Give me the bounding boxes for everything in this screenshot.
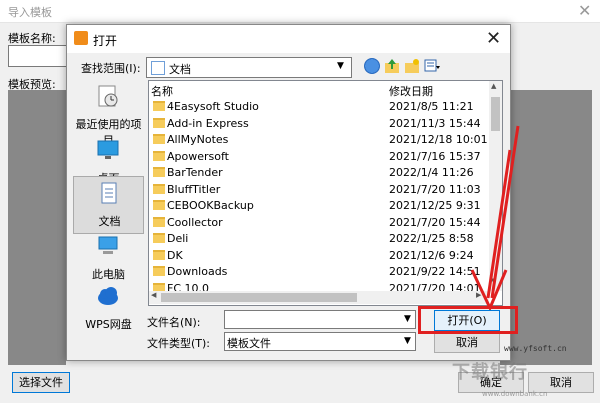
file-date: 2021/8/5 11:21 — [389, 100, 474, 113]
file-name: Apowersoft — [167, 149, 229, 163]
place-wps-cloud[interactable]: WPS网盘 — [73, 280, 144, 338]
highlight-box — [418, 306, 518, 334]
folder-icon — [153, 150, 165, 161]
filetype-label: 文件类型(T): — [147, 337, 211, 350]
look-in-label: 查找范围(I): — [81, 62, 141, 75]
scroll-left-icon[interactable]: ◀ — [151, 291, 156, 299]
scroll-up-icon[interactable]: ▲ — [491, 82, 496, 90]
choose-file-button[interactable]: 选择文件 — [12, 372, 70, 393]
sort-ascending-icon: ^ — [264, 80, 272, 88]
folder-icon — [153, 233, 165, 243]
template-name-input[interactable] — [8, 45, 68, 67]
place-label: WPS网盘 — [85, 318, 132, 331]
list-item[interactable]: Downloads 2021/9/22 14:51 — [149, 263, 489, 280]
file-name: BluffTitler — [167, 182, 221, 196]
file-name: CEBOOKBackup — [167, 199, 254, 212]
folder-icon — [153, 134, 165, 144]
window-titlebar: 导入模板 ✕ — [0, 0, 600, 23]
folder-icon — [153, 101, 165, 111]
column-header-name[interactable]: 名称 — [151, 83, 173, 99]
list-item[interactable]: AllMyNotes 2021/12/18 10:01 — [149, 131, 489, 148]
list-item[interactable]: Add-in Express 2021/11/3 15:44 — [149, 115, 489, 132]
folder-icon — [153, 282, 165, 291]
file-name: Downloads — [167, 265, 228, 278]
watermark-sub: www.downbank.cn — [482, 390, 548, 398]
chevron-down-icon: ▼ — [337, 61, 344, 71]
documents-icon — [101, 182, 117, 204]
list-item[interactable]: BluffTitler 2021/7/20 11:03 — [149, 181, 489, 198]
documents-icon — [151, 61, 165, 75]
window-title: 导入模板 — [8, 6, 52, 19]
list-item[interactable]: DK 2021/12/6 9:24 — [149, 247, 489, 264]
file-name: BarTender — [167, 166, 223, 179]
place-documents[interactable]: 文档 — [73, 176, 144, 234]
computer-icon — [98, 236, 118, 254]
list-item[interactable]: CEBOOKBackup 2021/12/25 9:31 — [149, 197, 489, 214]
filetype-value: 模板文件 — [227, 337, 271, 350]
dialog-title: 打开 — [93, 34, 118, 48]
folder-icon — [153, 249, 165, 260]
watermark-logo: 下载银行 — [452, 362, 528, 383]
up-folder-icon[interactable] — [384, 58, 400, 74]
back-icon[interactable] — [364, 58, 380, 74]
file-name: FC 10.0 — [167, 281, 209, 291]
window-close-icon[interactable]: ✕ — [578, 1, 591, 20]
file-date: 2022/1/25 8:58 — [389, 232, 474, 245]
list-item[interactable]: FC 10.0 2021/7/20 14:01 — [149, 280, 489, 291]
look-in-value: 文档 — [169, 63, 191, 76]
places-bar: 最近使用的项目 桌面 文档 此电脑 WPS网盘 — [73, 80, 144, 331]
recent-icon — [98, 85, 118, 107]
dialog-close-icon[interactable]: ✕ — [486, 28, 501, 49]
place-recent[interactable]: 最近使用的项目 — [73, 80, 144, 147]
folder-icon — [153, 266, 165, 276]
list-item[interactable]: Coollector 2021/7/20 15:44 — [149, 214, 489, 231]
filename-label: 文件名(N): — [147, 316, 201, 329]
new-folder-icon[interactable] — [404, 58, 420, 74]
look-in-dropdown[interactable]: 文档 ▼ — [146, 57, 352, 78]
template-name-label: 模板名称: — [8, 32, 56, 45]
dialog-titlebar: 打开 ✕ — [67, 25, 510, 53]
folder-icon — [153, 167, 165, 177]
file-name: 4Easysoft Studio — [167, 100, 259, 113]
app-icon — [74, 31, 88, 45]
file-date: 2022/1/4 11:26 — [389, 166, 474, 179]
list-item[interactable]: Deli 2022/1/25 8:58 — [149, 230, 489, 247]
red-arrow-icon — [470, 125, 520, 310]
file-list[interactable]: 名称 ^ 修改日期 4Easysoft Studio 2021/8/5 11:21… — [148, 80, 503, 306]
file-name: Coollector — [167, 215, 223, 229]
watermark-url: www.yfsoft.cn — [504, 344, 567, 353]
column-header-date[interactable]: 修改日期 — [389, 83, 433, 99]
list-item[interactable]: Apowersoft 2021/7/16 15:37 — [149, 148, 489, 165]
cancel-button[interactable]: 取消 — [434, 332, 500, 353]
folder-icon — [153, 200, 165, 210]
chevron-down-icon[interactable]: ▼ — [404, 336, 411, 346]
file-name: Deli — [167, 232, 189, 245]
template-preview-area — [8, 90, 66, 365]
folder-icon — [153, 117, 165, 128]
cloud-icon — [98, 287, 118, 305]
list-item[interactable]: BarTender 2022/1/4 11:26 — [149, 164, 489, 181]
file-name: AllMyNotes — [167, 133, 229, 146]
view-menu-icon[interactable] — [424, 58, 440, 74]
folder-icon — [153, 216, 165, 227]
file-name: DK — [167, 248, 183, 262]
file-date: 2021/12/6 9:24 — [389, 248, 474, 262]
folder-icon — [153, 183, 165, 194]
list-item[interactable]: 4Easysoft Studio 2021/8/5 11:21 — [149, 98, 489, 115]
place-label: 文档 — [98, 215, 121, 228]
horizontal-scroll-thumb[interactable] — [161, 293, 357, 302]
desktop-icon — [97, 140, 119, 159]
filename-input[interactable] — [224, 310, 416, 329]
file-name: Add-in Express — [167, 116, 249, 130]
chevron-down-icon[interactable]: ▼ — [404, 314, 411, 324]
